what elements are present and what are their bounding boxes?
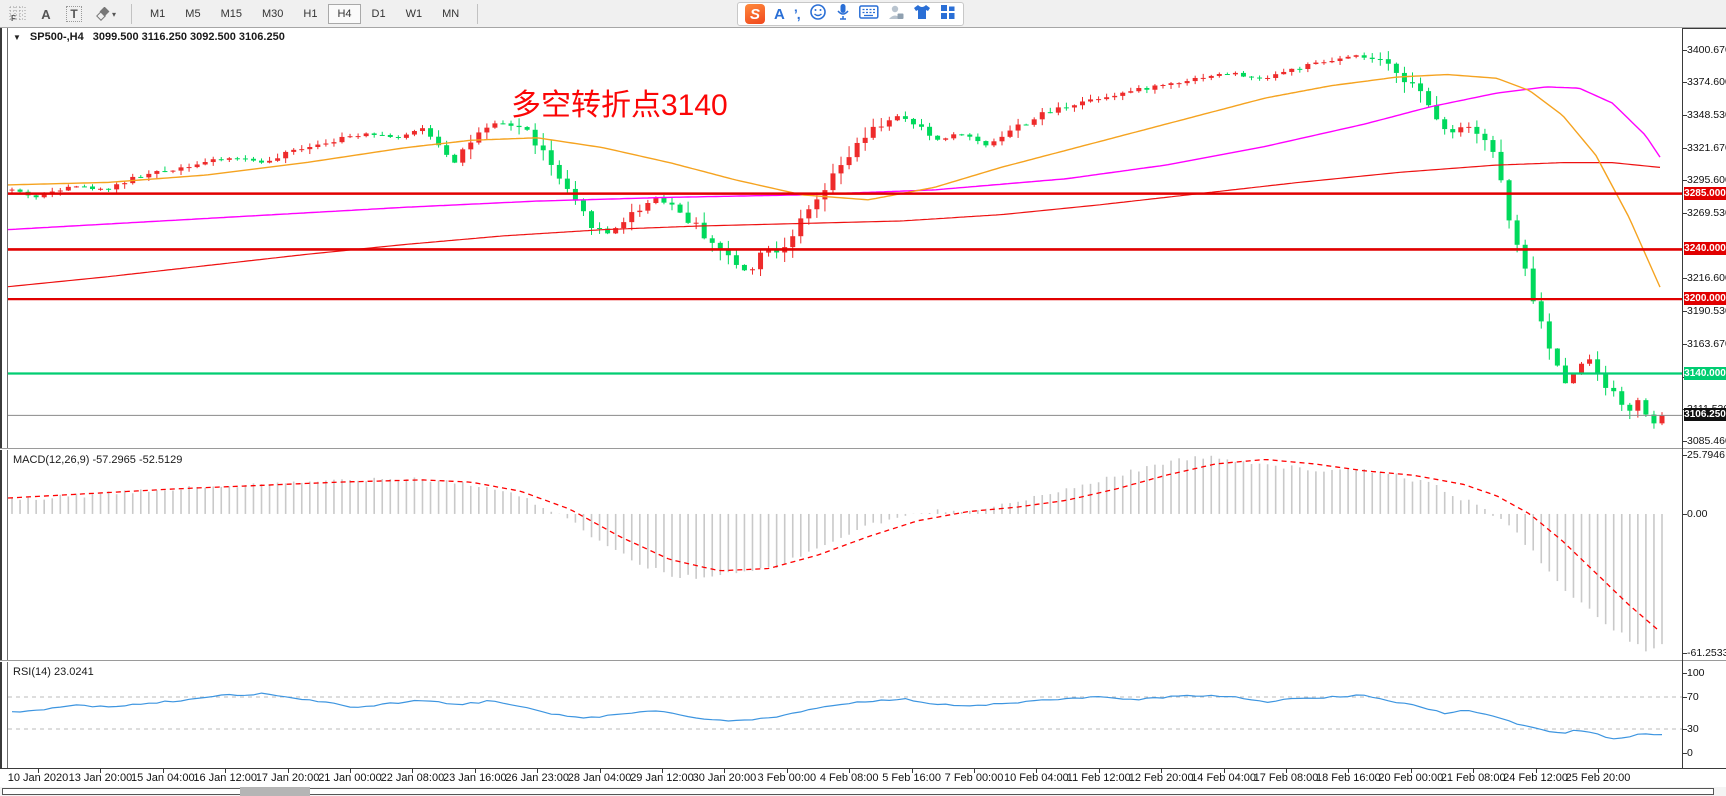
toolbar-left-group: F A T ▾ M1M5M15M30H1H4D1W1MN bbox=[6, 0, 483, 28]
price-axis-label: 3085.460 bbox=[1687, 435, 1726, 447]
timeframe-button-W1[interactable]: W1 bbox=[397, 4, 432, 24]
ime-lang-letter: A bbox=[774, 6, 785, 23]
axis-tick bbox=[1682, 729, 1687, 730]
ime-punctuation-toggle[interactable]: ’, bbox=[794, 6, 800, 22]
axis-tick bbox=[1682, 455, 1687, 456]
price-level-badge: 3240.000 bbox=[1684, 242, 1726, 255]
ime-emoji-icon[interactable] bbox=[809, 3, 827, 26]
svg-text:F: F bbox=[11, 14, 16, 22]
macd-pane[interactable]: MACD(12,26,9) -57.2965 -52.5129 bbox=[8, 451, 1682, 660]
axis-tick bbox=[1682, 441, 1687, 442]
price-axis-label: 3321.670 bbox=[1687, 142, 1726, 154]
ime-toolbox-icon[interactable] bbox=[940, 4, 956, 25]
axis-tick bbox=[1682, 115, 1687, 116]
macd-label: MACD(12,26,9) -57.2965 -52.5129 bbox=[13, 454, 182, 466]
main-chart-pane[interactable]: ▼ SP500-,H4 3099.500 3116.250 3092.500 3… bbox=[8, 28, 1682, 448]
chart-annotation-text: 多空转折点3140 bbox=[511, 80, 728, 124]
timeframe-button-M1[interactable]: M1 bbox=[141, 4, 174, 24]
rsi-canvas[interactable] bbox=[8, 663, 1682, 768]
axis-tick bbox=[1682, 82, 1687, 83]
font-glyph: A bbox=[41, 7, 50, 22]
rsi-axis-label: 70 bbox=[1687, 691, 1699, 703]
main-chart-canvas[interactable] bbox=[8, 28, 1682, 448]
price-axis-label: 3216.600 bbox=[1687, 272, 1726, 284]
ime-skin-icon[interactable] bbox=[913, 4, 931, 25]
scrollbar-thumb[interactable] bbox=[240, 787, 310, 796]
axis-tick bbox=[1682, 697, 1687, 698]
price-axis-label: 3295.600 bbox=[1687, 174, 1726, 186]
toolbar-separator bbox=[477, 4, 478, 24]
price-axis-label: 3269.530 bbox=[1687, 207, 1726, 219]
time-axis: 10 Jan 202013 Jan 20:0015 Jan 04:0016 Ja… bbox=[0, 768, 1726, 786]
axis-tick bbox=[1682, 148, 1687, 149]
dropdown-caret-icon: ▾ bbox=[112, 10, 116, 19]
ime-logo-icon[interactable]: S bbox=[745, 4, 765, 24]
pane-divider[interactable] bbox=[0, 448, 1726, 450]
axis-tick bbox=[1682, 311, 1687, 312]
macd-axis-label: 25.7946 bbox=[1687, 449, 1725, 461]
price-level-badge: 3140.000 bbox=[1684, 367, 1726, 380]
ime-toolbar: S A ’, bbox=[737, 2, 964, 26]
chart-scrollbar bbox=[0, 787, 1726, 796]
top-toolbar: F A T ▾ M1M5M15M30H1H4D1W1MN S A ’, bbox=[0, 0, 1726, 28]
timeframe-button-M5[interactable]: M5 bbox=[176, 4, 209, 24]
chart-collapse-icon[interactable]: ▼ bbox=[13, 33, 21, 42]
text-glyph: T bbox=[66, 6, 81, 22]
ime-logo-letter: S bbox=[750, 6, 760, 23]
chart-window-left-frame bbox=[0, 28, 8, 786]
toolbar-separator bbox=[131, 4, 132, 24]
arrange-objects-icon[interactable]: ▾ bbox=[90, 3, 122, 25]
axis-tick bbox=[1682, 653, 1687, 654]
ime-voice-icon[interactable] bbox=[836, 3, 850, 26]
axis-tick bbox=[1682, 50, 1687, 51]
current-price-badge: 3106.250 bbox=[1684, 408, 1726, 421]
axis-tick bbox=[1682, 344, 1687, 345]
text-label-tool-icon[interactable]: T bbox=[62, 3, 86, 25]
timeframe-group: M1M5M15M30H1H4D1W1MN bbox=[141, 4, 468, 24]
ime-keyboard-icon[interactable] bbox=[859, 5, 879, 24]
axis-tick bbox=[1682, 213, 1687, 214]
rsi-axis-label: 0 bbox=[1687, 747, 1693, 759]
timeframe-button-D1[interactable]: D1 bbox=[363, 4, 395, 24]
rsi-pane[interactable]: RSI(14) 23.0241 bbox=[8, 663, 1682, 768]
font-tool-icon[interactable]: A bbox=[34, 3, 58, 25]
ime-language-toggle[interactable]: A bbox=[774, 6, 785, 23]
price-axis: 3400.670 3374.600 3348.530 3321.670 3295.600… bbox=[1684, 0, 1726, 796]
timeframe-button-H1[interactable]: H1 bbox=[294, 4, 326, 24]
axis-tick bbox=[1682, 673, 1687, 674]
chart-symbol-label: SP500-,H4 bbox=[30, 31, 84, 43]
price-axis-label: 3163.670 bbox=[1687, 338, 1726, 350]
rsi-axis-label: 30 bbox=[1687, 723, 1699, 735]
chart-grid-icon[interactable]: F bbox=[6, 3, 30, 25]
chart-ohlc-values: 3099.500 3116.250 3092.500 3106.250 bbox=[93, 31, 285, 43]
price-axis-label: 3348.530 bbox=[1687, 109, 1726, 121]
rsi-label: RSI(14) 23.0241 bbox=[13, 666, 94, 678]
rsi-axis-label: 100 bbox=[1687, 667, 1705, 679]
axis-tick bbox=[1682, 753, 1687, 754]
price-axis-label: 3400.670 bbox=[1687, 44, 1726, 56]
axis-tick bbox=[1682, 180, 1687, 181]
timeframe-button-M30[interactable]: M30 bbox=[253, 4, 292, 24]
timeframe-button-MN[interactable]: MN bbox=[433, 4, 468, 24]
pane-divider[interactable] bbox=[0, 660, 1726, 662]
price-level-badge: 3200.000 bbox=[1684, 292, 1726, 305]
macd-canvas[interactable] bbox=[8, 451, 1682, 660]
diamonds-glyph bbox=[96, 7, 112, 21]
price-axis-label: 3374.600 bbox=[1687, 76, 1726, 88]
timeframe-button-H4[interactable]: H4 bbox=[328, 4, 360, 24]
ime-punct-glyph: ’, bbox=[794, 6, 800, 22]
chart-title: ▼ SP500-,H4 3099.500 3116.250 3092.500 3… bbox=[13, 31, 285, 43]
axis-tick bbox=[1682, 514, 1687, 515]
price-axis-label: 3190.530 bbox=[1687, 305, 1726, 317]
ime-account-icon[interactable] bbox=[888, 4, 904, 25]
axis-tick bbox=[1682, 278, 1687, 279]
price-level-badge: 3285.000 bbox=[1684, 187, 1726, 200]
time-axis-label: 25 Feb 20:00 bbox=[1552, 772, 1644, 784]
macd-axis-label: 0.00 bbox=[1687, 508, 1707, 520]
grid-glyph: F bbox=[9, 6, 27, 22]
macd-axis-label: -61.2533 bbox=[1687, 647, 1726, 659]
timeframe-button-M15[interactable]: M15 bbox=[212, 4, 251, 24]
